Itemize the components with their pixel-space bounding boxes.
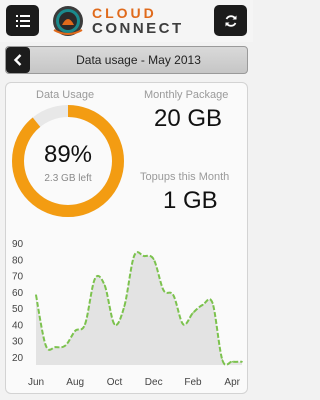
refresh-button[interactable] (214, 5, 247, 36)
y-tick-label: 20 (12, 353, 24, 364)
chart-point (241, 360, 243, 363)
y-tick-label: 70 (12, 272, 24, 283)
page-title: Data usage - May 2013 (76, 53, 201, 67)
chart-point (74, 330, 76, 332)
top-bar: CLOUD CONNECT (0, 0, 253, 42)
monthly-package-value: 20 GB (154, 105, 223, 132)
x-tick-label: Oct (107, 377, 123, 388)
y-tick-label: 90 (12, 239, 24, 250)
app-logo: CLOUD CONNECT (48, 4, 208, 38)
chart-point (84, 323, 86, 326)
chart-point (192, 312, 194, 314)
y-tick-label: 50 (12, 304, 24, 315)
chart-point (64, 344, 67, 347)
x-tick-label: Feb (184, 377, 202, 388)
list-icon (15, 14, 30, 27)
menu-button[interactable] (6, 5, 39, 36)
chevron-left-icon (13, 54, 22, 66)
topups-value: 1 GB (163, 187, 218, 214)
back-button[interactable] (6, 47, 30, 73)
chart-point (143, 255, 145, 257)
x-tick-label: Jun (28, 377, 44, 388)
usage-donut: 89% 2.3 GB left (10, 103, 126, 219)
refresh-icon (225, 14, 236, 27)
y-tick-label: 30 (12, 337, 24, 348)
chart-point (221, 359, 224, 361)
logo-mark-icon (53, 6, 83, 36)
chart-point (35, 294, 37, 296)
chart-point (123, 305, 126, 308)
usage-card: Data Usage 89% 2.3 GB left Monthly Packa… (5, 82, 248, 394)
x-tick-label: Apr (224, 377, 240, 388)
chart-point (211, 302, 214, 304)
chart-point (133, 255, 135, 257)
logo-text-cloud: CLOUD (92, 5, 157, 21)
chart-point (182, 323, 184, 326)
usage-percent: 89% (43, 141, 93, 168)
logo-text-connect: CONNECT (92, 20, 184, 37)
chart-point (202, 304, 204, 306)
x-tick-label: Aug (66, 377, 84, 388)
chart-point (54, 346, 57, 348)
chart-point (113, 323, 116, 326)
page-title-bar: Data usage - May 2013 (5, 46, 248, 74)
chart-point (172, 294, 175, 296)
chart-point (152, 258, 155, 261)
chart-point (162, 289, 165, 291)
y-tick-label: 80 (12, 255, 24, 266)
chart-point (94, 278, 96, 280)
data-usage-label: Data Usage (36, 89, 95, 101)
chart-point (103, 284, 106, 287)
chart-area (36, 252, 242, 365)
topups-label: Topups this Month (140, 171, 230, 183)
usage-chart: 90 80 70 60 50 40 30 20 Jun Aug Oct Dec Feb Apr (12, 239, 243, 388)
x-tick-label: Dec (145, 377, 163, 388)
chart-point (231, 360, 233, 363)
usage-remaining: 2.3 GB left (44, 173, 92, 184)
monthly-package-label: Monthly Package (144, 89, 229, 101)
chart-point (45, 344, 47, 347)
y-tick-label: 40 (12, 320, 24, 331)
y-tick-label: 60 (12, 288, 24, 299)
